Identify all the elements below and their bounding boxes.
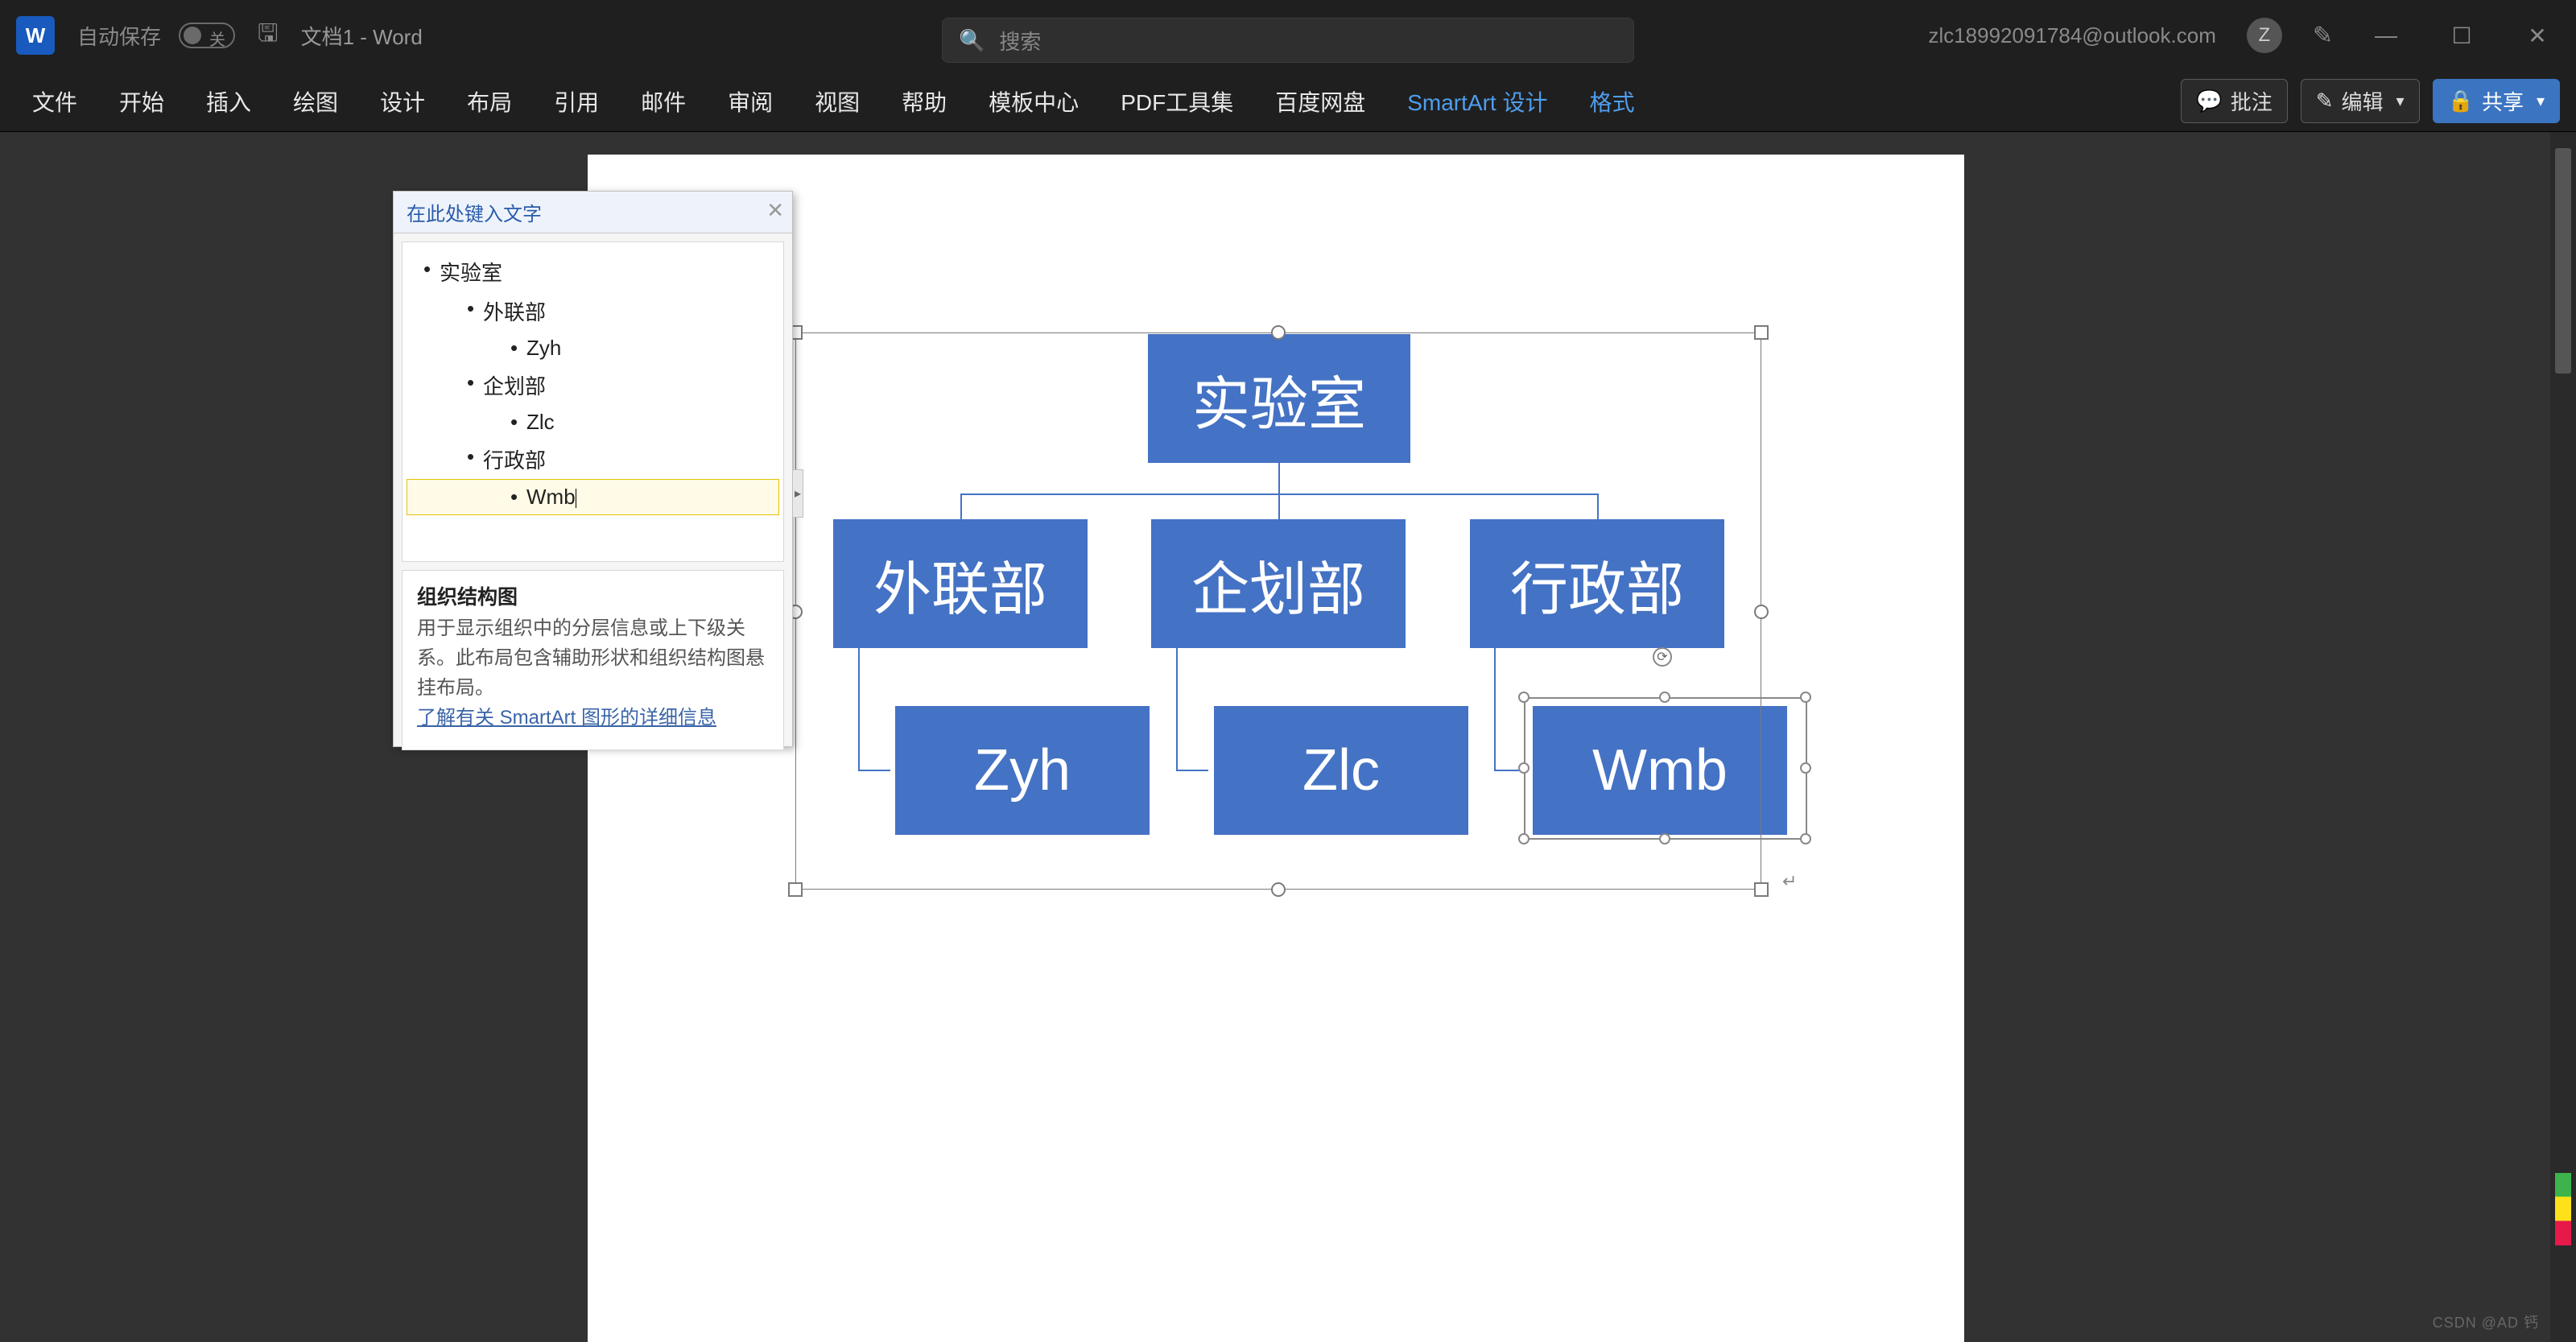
tab-baidudisk[interactable]: 百度网盘 [1262,79,1378,124]
tab-mailings[interactable]: 邮件 [628,79,699,124]
window-close-button[interactable]: ✕ [2515,23,2560,49]
ribbon-display-icon[interactable]: ✎ [2313,22,2333,50]
ribbon-tabs: 文件 开始 插入 绘图 设计 布局 引用 邮件 审阅 视图 帮助 模板中心 PD… [0,71,2576,132]
text-pane-title: 在此处键入文字 [407,198,542,226]
tab-review[interactable]: 审阅 [715,79,786,124]
text-pane-title-bar[interactable]: 在此处键入文字 ✕ [394,192,792,233]
comments-button[interactable]: 💬 批注 [2181,79,2287,123]
window-restore-button[interactable]: ☐ [2439,23,2484,49]
shape-handle-sw[interactable] [1518,833,1530,844]
resize-handle-sw[interactable] [788,882,803,897]
resize-handle-ne[interactable] [1754,325,1769,340]
tab-insert[interactable]: 插入 [193,79,264,124]
text-pane-info: 组织结构图 用于显示组织中的分层信息或上下级关系。此布局包含辅助形状和组织结构图… [402,570,784,750]
resize-handle-s[interactable] [1271,882,1286,897]
info-title: 组织结构图 [417,586,518,609]
tab-home[interactable]: 开始 [106,79,177,124]
text-pane-list[interactable]: 实验室 外联部 Zyh 企划部 Zlc 行政部 Wmb [402,242,784,562]
share-button[interactable]: 🔒 共享 [2433,79,2560,123]
tab-references[interactable]: 引用 [541,79,612,124]
autosave-toggle[interactable]: 自动保存 关 [77,21,235,51]
search-placeholder: 搜索 [999,26,1041,56]
document-title: 文档1 - Word [301,21,423,51]
search-input[interactable]: 🔍 搜索 [942,18,1634,63]
search-icon: 🔍 [959,28,985,53]
list-item[interactable]: 外联部 [407,291,778,331]
save-icon[interactable]: 🖫 [258,15,279,56]
paragraph-mark-icon: ↵ [1782,871,1797,892]
resize-handle-se[interactable] [1754,882,1769,897]
tab-smartart-design[interactable]: SmartArt 设计 [1394,79,1560,124]
smartart-text-pane[interactable]: 在此处键入文字 ✕ 实验室 外联部 Zyh 企划部 Zlc 行政部 Wmb 组织… [393,191,793,747]
tab-draw[interactable]: 绘图 [280,79,351,124]
shape-handle-e[interactable] [1800,762,1811,774]
toggle-off-icon[interactable]: 关 [179,23,235,48]
word-app-icon: W [16,16,55,55]
resize-handle-e[interactable] [1754,605,1769,619]
list-item[interactable]: Zyh [407,331,778,365]
shape-handle-w[interactable] [1518,762,1530,774]
avatar[interactable]: Z [2247,18,2282,53]
list-item-editing[interactable]: Wmb [407,479,779,515]
shape-handle-n[interactable] [1659,692,1670,703]
document-canvas[interactable]: 实验室 外联部 企划部 行政部 Zyh Zlc Wmb ⟳ ↵ [0,132,2550,1342]
edit-mode-button[interactable]: ✎ 编辑 [2301,79,2420,123]
shape-handle-s[interactable] [1659,833,1670,844]
page: 实验室 外联部 企划部 行政部 Zyh Zlc Wmb ⟳ ↵ [588,155,1964,1342]
list-item[interactable]: Zlc [407,405,778,440]
tab-templates[interactable]: 模板中心 [976,79,1092,124]
info-learn-more-link[interactable]: 了解有关 SmartArt 图形的详细信息 [417,707,716,729]
tab-view[interactable]: 视图 [802,79,873,124]
close-icon[interactable]: ✕ [766,198,784,223]
title-bar: W 自动保存 关 🖫 文档1 - Word 🔍 搜索 zlc1899209178… [0,0,2576,71]
tab-pdftools[interactable]: PDF工具集 [1108,79,1246,124]
shape-selection-frame[interactable] [1524,697,1807,840]
window-minimize-button[interactable]: — [2363,23,2409,48]
rotate-handle[interactable]: ⟳ [1653,647,1672,667]
watermark: CSDN @AD 钙 [2433,1311,2539,1332]
vertical-scrollbar[interactable] [2550,132,2576,1342]
tab-format[interactable]: 格式 [1576,79,1647,124]
scroll-thumb[interactable] [2555,148,2571,374]
tab-file[interactable]: 文件 [19,79,90,124]
info-body: 用于显示组织中的分层信息或上下级关系。此布局包含辅助形状和组织结构图悬挂布局。 [417,617,765,699]
tab-design[interactable]: 设计 [367,79,438,124]
autosave-label: 自动保存 [77,21,161,51]
list-item[interactable]: 企划部 [407,365,778,405]
tab-help[interactable]: 帮助 [889,79,960,124]
resize-handle-n[interactable] [1271,325,1286,340]
shape-handle-se[interactable] [1800,833,1811,844]
text-pane-collapse-button[interactable]: ▸ [792,469,803,518]
shape-handle-ne[interactable] [1800,692,1811,703]
shape-handle-nw[interactable] [1518,692,1530,703]
list-item[interactable]: 实验室 [407,252,778,291]
tab-layout[interactable]: 布局 [454,79,525,124]
status-color-icon [2555,1173,2571,1245]
list-item[interactable]: 行政部 [407,440,778,479]
user-email[interactable]: zlc18992091784@outlook.com [1928,23,2215,48]
